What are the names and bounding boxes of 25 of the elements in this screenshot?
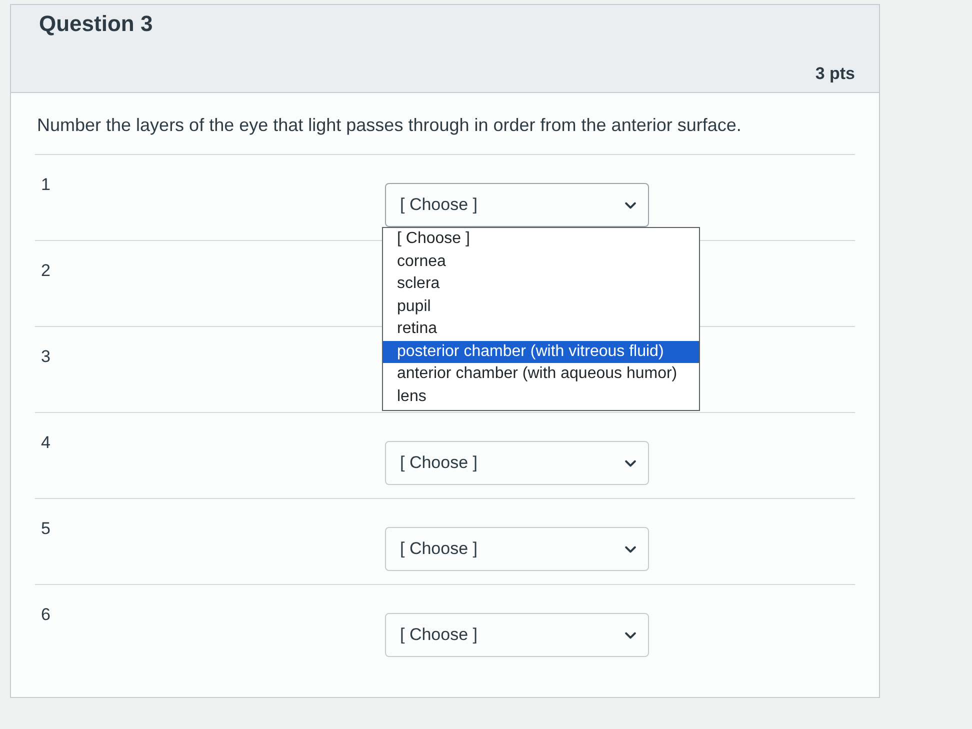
row-number: 4 xyxy=(40,433,52,453)
dropdown-option[interactable]: [ Choose ] xyxy=(383,228,699,250)
question-title: Question 3 xyxy=(39,11,153,37)
row-number: 1 xyxy=(40,175,52,195)
answer-select[interactable]: [ Choose ] xyxy=(385,527,649,571)
chevron-down-icon xyxy=(625,546,636,552)
dropdown-option[interactable]: cornea xyxy=(383,250,699,273)
row-number: 3 xyxy=(40,347,52,367)
points-label: 3 pts xyxy=(815,64,855,84)
dropdown-option[interactable]: lens xyxy=(383,386,699,408)
row-number: 6 xyxy=(40,605,52,625)
answer-select[interactable]: [ Choose ] xyxy=(385,183,649,227)
question-prompt: Number the layers of the eye that light passes through in order from the anterior surface. xyxy=(35,93,855,155)
row-number: 2 xyxy=(40,261,52,281)
dropdown-option[interactable]: sclera xyxy=(383,273,699,296)
dropdown-option[interactable]: pupil xyxy=(383,296,699,318)
dropdown-option[interactable]: anterior chamber (with aqueous humor) xyxy=(383,363,699,386)
answer-select[interactable]: [ Choose ] xyxy=(385,441,649,485)
chevron-down-icon xyxy=(625,460,636,466)
row-number: 5 xyxy=(40,519,52,539)
chevron-down-icon xyxy=(625,202,636,208)
dropdown-option[interactable]: posterior chamber (with vitreous fluid) xyxy=(383,340,699,363)
dropdown-option[interactable]: retina xyxy=(383,318,699,340)
chevron-down-icon xyxy=(625,632,636,638)
answer-select[interactable]: [ Choose ] xyxy=(385,613,649,657)
